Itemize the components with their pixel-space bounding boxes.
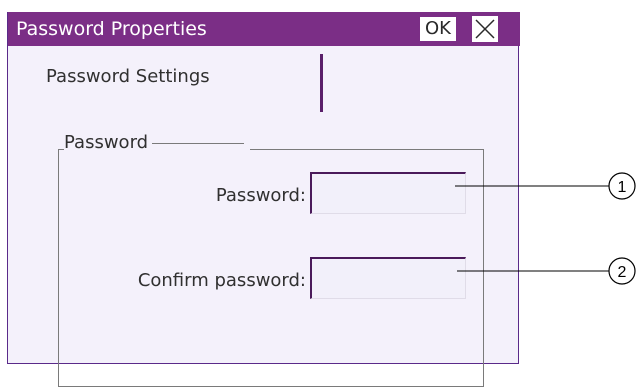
callout-number-2: 2 bbox=[618, 264, 627, 281]
callout-number-1: 1 bbox=[618, 179, 627, 196]
callout-annotations: 1 2 bbox=[455, 172, 636, 285]
